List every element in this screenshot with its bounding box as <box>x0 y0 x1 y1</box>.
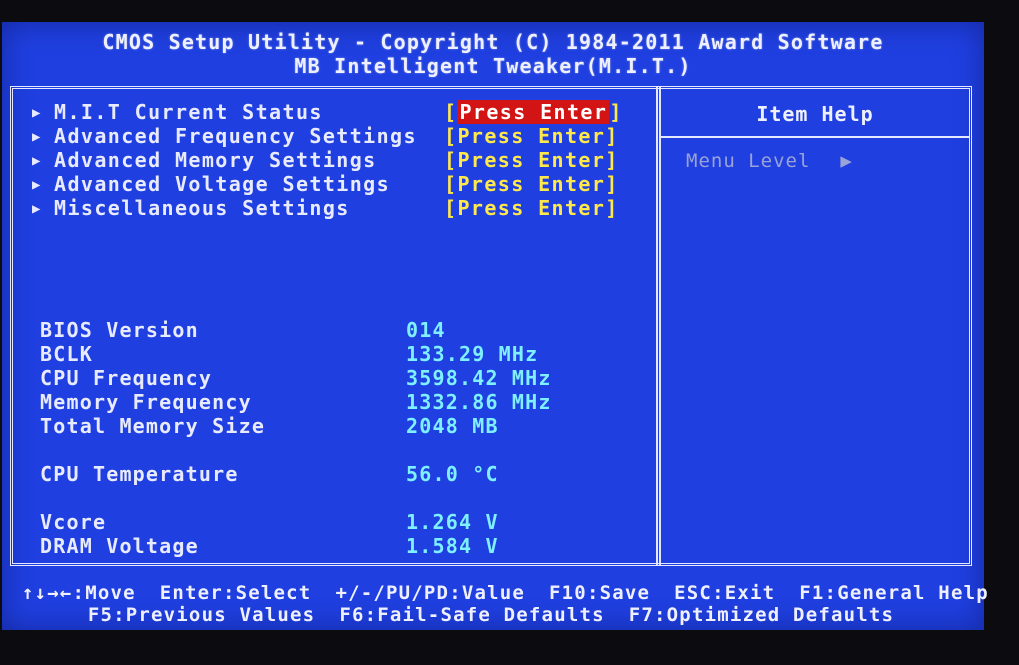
key-help-line-1: ↑↓→←:Move Enter:Select +/-/PU/PD:Value F10:… <box>10 582 988 604</box>
key-fail-safe-defaults: F6:Fail-Safe Defaults <box>339 604 605 626</box>
key-save: F10:Save <box>549 582 651 604</box>
press-enter-button[interactable]: [Press Enter] <box>444 196 619 220</box>
press-enter-highlight: Press Enter <box>457 100 610 124</box>
key-move: ↑↓→←:Move <box>22 582 136 604</box>
press-enter-button[interactable]: [Press Enter] <box>444 148 619 172</box>
key-general-help: F1:General Help <box>799 582 989 604</box>
menu-item-advanced-voltage[interactable]: ▶ Advanced Voltage Settings [Press Enter] <box>32 172 617 196</box>
menu-item-label: Advanced Memory Settings <box>54 148 377 172</box>
key-help-line-2: F5:Previous Values F6:Fail-Safe Defaults F… <box>10 604 972 626</box>
submenu-arrow-icon: ▶ <box>32 129 42 145</box>
press-enter-button[interactable]: [Press Enter] <box>444 100 623 124</box>
cpu-temperature-value: 56.0 °C <box>406 462 499 486</box>
key-exit: ESC:Exit <box>674 582 776 604</box>
dram-voltage-value: 1.584 V <box>406 534 499 558</box>
cpu-frequency-value: 3598.42 MHz <box>406 366 552 390</box>
key-help-footer: ↑↓→←:Move Enter:Select +/-/PU/PD:Value F10:… <box>10 570 988 626</box>
header-subtitle: MB Intelligent Tweaker(M.I.T.) <box>294 54 692 78</box>
bclk-label: BCLK <box>40 342 93 366</box>
bios-version-label: BIOS Version <box>40 318 199 342</box>
dram-voltage-label: DRAM Voltage <box>40 534 199 558</box>
menu-level-arrow-icon: ▶ <box>840 150 853 172</box>
menu-item-mit-current-status[interactable]: ▶ M.I.T Current Status [Press Enter] <box>32 100 621 124</box>
bios-screen: CMOS Setup Utility - Copyright (C) 1984-… <box>2 22 988 630</box>
press-enter-button[interactable]: [Press Enter] <box>444 172 619 196</box>
menu-item-label: M.I.T Current Status <box>54 100 323 124</box>
key-optimized-defaults: F7:Optimized Defaults <box>628 604 895 626</box>
help-separator <box>661 136 969 138</box>
submenu-arrow-icon: ▶ <box>32 177 42 193</box>
bclk-value: 133.29 MHz <box>406 342 539 366</box>
panel-divider <box>656 86 661 566</box>
vcore-label: Vcore <box>40 510 107 534</box>
vcore-value: 1.264 V <box>406 510 499 534</box>
menu-level: Menu Level ▶ <box>686 150 853 172</box>
menu-item-label: Advanced Voltage Settings <box>54 172 391 196</box>
cpu-frequency-label: CPU Frequency <box>40 366 213 390</box>
key-select: Enter:Select <box>159 582 312 604</box>
menu-item-advanced-frequency[interactable]: ▶ Advanced Frequency Settings [Press Ente… <box>32 124 617 148</box>
submenu-arrow-icon: ▶ <box>32 153 42 169</box>
item-help-title: Item Help <box>756 102 874 126</box>
submenu-arrow-icon: ▶ <box>32 201 42 217</box>
total-memory-label: Total Memory Size <box>40 414 266 438</box>
submenu-arrow-icon: ▶ <box>32 105 42 121</box>
total-memory-value: 2048 MB <box>406 414 499 438</box>
menu-item-miscellaneous[interactable]: ▶ Miscellaneous Settings [Press Enter] <box>32 196 617 220</box>
menu-item-label: Miscellaneous Settings <box>54 196 350 220</box>
key-value: +/-/PU/PD:Value <box>335 582 526 604</box>
cpu-temperature-label: CPU Temperature <box>40 462 239 486</box>
menu-item-advanced-memory[interactable]: ▶ Advanced Memory Settings [Press Enter] <box>32 148 617 172</box>
memory-frequency-label: Memory Frequency <box>40 390 252 414</box>
header-title: CMOS Setup Utility - Copyright (C) 1984-… <box>102 30 884 54</box>
menu-level-label: Menu Level <box>686 150 811 172</box>
bios-version-value: 014 <box>406 318 446 342</box>
memory-frequency-value: 1332.86 MHz <box>406 390 552 414</box>
key-previous-values: F5:Previous Values <box>87 604 316 626</box>
menu-item-label: Advanced Frequency Settings <box>54 124 417 148</box>
press-enter-button[interactable]: [Press Enter] <box>444 124 619 148</box>
